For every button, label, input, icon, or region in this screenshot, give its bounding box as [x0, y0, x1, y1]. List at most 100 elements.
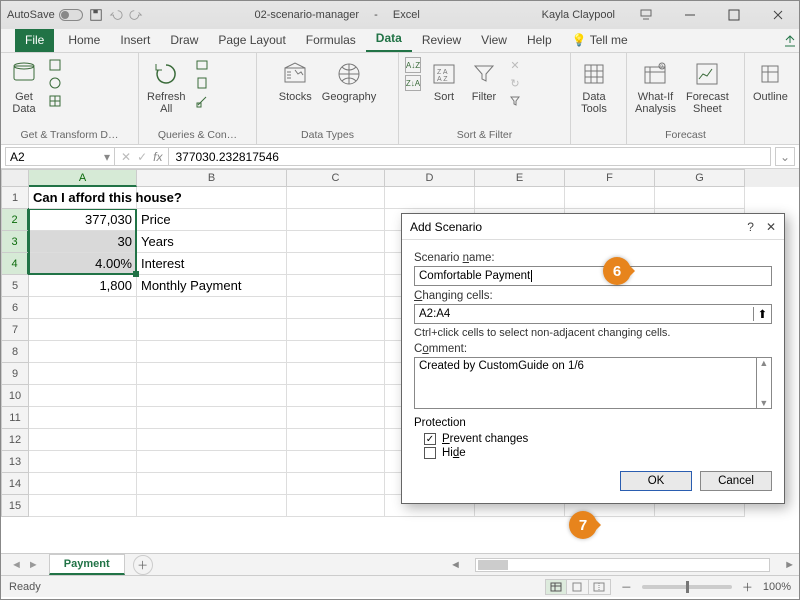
normal-view-icon[interactable] [545, 579, 567, 595]
row-header-11[interactable]: 11 [1, 407, 29, 429]
tab-home[interactable]: Home [58, 29, 110, 52]
prevent-changes-checkbox[interactable]: ✓ Prevent changes [424, 433, 772, 445]
cell[interactable] [137, 363, 287, 385]
col-header-E[interactable]: E [475, 169, 565, 187]
zoom-in-button[interactable]: ＋ [742, 579, 753, 595]
cell[interactable] [29, 319, 137, 341]
cell[interactable] [287, 451, 385, 473]
horizontal-scrollbar[interactable] [475, 558, 770, 572]
cell[interactable] [287, 385, 385, 407]
tell-me[interactable]: 💡 Tell me [562, 29, 638, 52]
zoom-slider[interactable] [642, 585, 732, 589]
autosave-toggle[interactable]: AutoSave [7, 9, 83, 21]
col-header-D[interactable]: D [385, 169, 475, 187]
get-data-button[interactable]: Get Data [7, 57, 41, 117]
properties-button[interactable] [194, 75, 210, 91]
cancel-icon[interactable]: ✕ [121, 150, 131, 164]
undo-icon[interactable] [109, 8, 123, 22]
new-sheet-button[interactable]: ＋ [133, 555, 153, 575]
zoom-level[interactable]: 100% [763, 581, 791, 593]
dialog-close-button[interactable]: ✕ [766, 220, 776, 234]
col-header-F[interactable]: F [565, 169, 655, 187]
redo-icon[interactable] [129, 8, 143, 22]
tab-scroll-left-icon[interactable]: ◄ [446, 559, 465, 571]
tab-file[interactable]: File [15, 29, 54, 52]
range-picker-icon[interactable]: ⬆ [753, 307, 771, 321]
cell[interactable]: 377,030 [29, 209, 137, 231]
cell[interactable] [287, 319, 385, 341]
row-header-1[interactable]: 1 [1, 187, 29, 209]
tab-scroll-right-icon[interactable]: ► [780, 559, 799, 571]
filter-button[interactable]: Filter [467, 57, 501, 105]
row-header-6[interactable]: 6 [1, 297, 29, 319]
page-layout-icon[interactable] [567, 579, 589, 595]
row-header-2[interactable]: 2 [1, 209, 29, 231]
clear-filter-button[interactable]: ✕ [507, 57, 523, 73]
hide-checkbox[interactable]: Hide [424, 447, 772, 459]
save-icon[interactable] [89, 8, 103, 22]
tab-help[interactable]: Help [517, 29, 562, 52]
select-all-corner[interactable] [1, 169, 29, 187]
cell[interactable]: Monthly Payment [137, 275, 287, 297]
geography-button[interactable]: Geography [320, 57, 378, 105]
page-break-icon[interactable] [589, 579, 611, 595]
cell[interactable] [655, 187, 745, 209]
row-header-5[interactable]: 5 [1, 275, 29, 297]
cell[interactable] [287, 231, 385, 253]
cell[interactable]: Years [137, 231, 287, 253]
cell[interactable] [565, 187, 655, 209]
forecast-sheet-button[interactable]: Forecast Sheet [684, 57, 731, 117]
name-box[interactable]: A2 ▾ [5, 147, 115, 166]
cell[interactable] [137, 341, 287, 363]
cell[interactable] [287, 253, 385, 275]
cell[interactable] [29, 495, 137, 517]
cell[interactable] [287, 341, 385, 363]
cell[interactable]: 30 [29, 231, 137, 253]
sheet-next-icon[interactable]: ► [28, 559, 39, 571]
cell[interactable] [137, 385, 287, 407]
cancel-button[interactable]: Cancel [700, 471, 772, 491]
cell[interactable] [287, 363, 385, 385]
expand-formula-icon[interactable]: ⌄ [775, 147, 795, 166]
cell[interactable] [137, 495, 287, 517]
cell[interactable] [29, 429, 137, 451]
maximize-button[interactable] [713, 1, 755, 29]
col-header-G[interactable]: G [655, 169, 745, 187]
data-tools-button[interactable]: Data Tools [577, 57, 611, 117]
cell[interactable] [475, 187, 565, 209]
cell[interactable] [137, 319, 287, 341]
row-header-3[interactable]: 3 [1, 231, 29, 253]
cell[interactable] [287, 297, 385, 319]
ribbon-options-icon[interactable] [625, 1, 667, 29]
tab-draw[interactable]: Draw [160, 29, 208, 52]
col-header-B[interactable]: B [137, 169, 287, 187]
cell[interactable] [29, 385, 137, 407]
tab-data[interactable]: Data [366, 27, 412, 52]
cell[interactable] [29, 407, 137, 429]
row-header-14[interactable]: 14 [1, 473, 29, 495]
cell[interactable] [137, 297, 287, 319]
row-header-7[interactable]: 7 [1, 319, 29, 341]
enter-icon[interactable]: ✓ [137, 150, 147, 164]
what-if-button[interactable]: ? What-If Analysis [633, 57, 678, 117]
cell[interactable]: 4.00% [29, 253, 137, 275]
sort-az-button[interactable]: A↓Z [405, 57, 421, 73]
scenario-name-input[interactable]: Comfortable Payment [414, 266, 772, 286]
row-header-9[interactable]: 9 [1, 363, 29, 385]
dialog-help-button[interactable]: ? [747, 220, 754, 234]
cell[interactable] [29, 341, 137, 363]
sheet-tab-payment[interactable]: Payment [49, 554, 125, 575]
row-header-13[interactable]: 13 [1, 451, 29, 473]
cell[interactable] [287, 495, 385, 517]
row-header-12[interactable]: 12 [1, 429, 29, 451]
cell[interactable] [287, 187, 385, 209]
cell[interactable] [137, 451, 287, 473]
cell[interactable]: 1,800 [29, 275, 137, 297]
tab-formulas[interactable]: Formulas [296, 29, 366, 52]
cell[interactable] [137, 473, 287, 495]
cell[interactable]: Price [137, 209, 287, 231]
from-table-button[interactable] [47, 93, 63, 109]
cell[interactable] [385, 187, 475, 209]
cell[interactable]: Interest [137, 253, 287, 275]
row-header-4[interactable]: 4 [1, 253, 29, 275]
